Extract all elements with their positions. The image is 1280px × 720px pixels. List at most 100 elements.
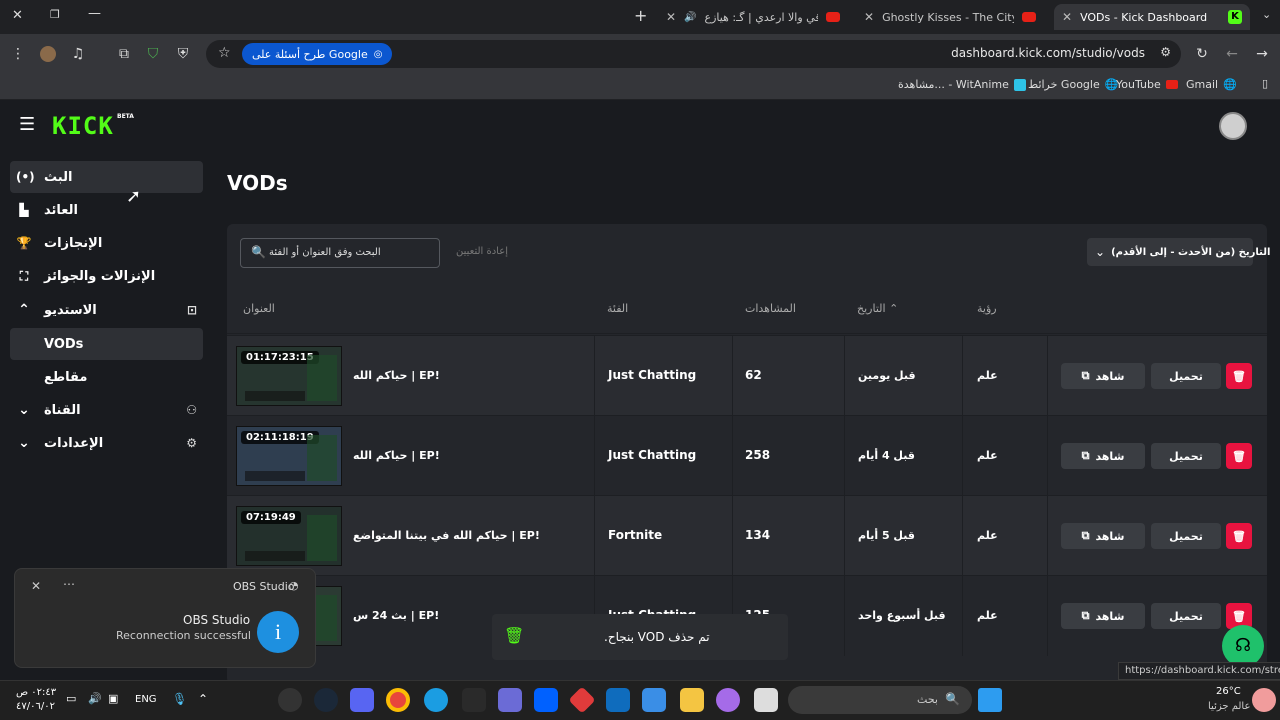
show-hidden-icons[interactable]: ⌃: [198, 692, 208, 706]
dropbox-taskbar-icon[interactable]: [534, 688, 558, 712]
forward-icon[interactable]: →: [1252, 44, 1272, 64]
close-icon[interactable]: ✕: [31, 579, 41, 593]
app-taskbar-icon[interactable]: [498, 688, 522, 712]
file-explorer-taskbar-icon[interactable]: [680, 688, 704, 712]
close-window-icon[interactable]: ✕: [12, 8, 23, 23]
mail-taskbar-icon[interactable]: [606, 688, 630, 712]
bookmark-witanime[interactable]: مشاهدة... - WitAnime: [898, 78, 1026, 91]
tab-second[interactable]: ✕ Ghostly Kisses - The City Holds: [856, 4, 1044, 30]
store-taskbar-icon[interactable]: [642, 688, 666, 712]
reset-button[interactable]: إعادة التعيين: [456, 246, 508, 257]
extensions-icon[interactable]: ⧉: [114, 44, 134, 64]
language-indicator[interactable]: ENG: [135, 694, 157, 705]
all-bookmarks-icon[interactable]: ▯: [1262, 77, 1268, 90]
more-options-icon[interactable]: ⋯: [63, 577, 75, 591]
media-control-icon[interactable]: ♫: [68, 44, 88, 64]
vod-thumbnail[interactable]: 02:11:18:19: [236, 426, 342, 486]
taskbar-search[interactable]: 🔍 بحث: [788, 686, 972, 714]
vod-category[interactable]: Just Chatting: [608, 448, 696, 462]
kick-logo[interactable]: KICK: [52, 112, 114, 140]
windows-start-icon[interactable]: [978, 688, 1002, 712]
discord-taskbar-icon[interactable]: [350, 688, 374, 712]
vod-title[interactable]: بث 24 س | EP!: [353, 609, 439, 622]
site-settings-icon[interactable]: ⚙: [1160, 45, 1171, 59]
bookmark-maps[interactable]: خرائط Google 🌐: [1028, 78, 1118, 91]
address-bar[interactable]: ☆ طرح أسئلة على Google ◎ dashboard.kick.…: [206, 40, 1181, 68]
bookmark-star-icon[interactable]: ☆: [218, 45, 231, 61]
restore-window-icon[interactable]: ❐: [50, 8, 60, 21]
hamburger-menu-icon[interactable]: ☰: [19, 114, 35, 135]
clock-time[interactable]: ٠٢:٤٣ ص: [16, 687, 56, 698]
obs-taskbar-icon[interactable]: [278, 688, 302, 712]
search-input[interactable]: 🔍 البحث وفق العنوان أو الفئة: [240, 238, 440, 268]
tab-search-icon[interactable]: ⌄: [1262, 8, 1271, 21]
copilot-taskbar-icon[interactable]: [716, 688, 740, 712]
vod-title[interactable]: حياكم الله في بيتنا المتواضع | EP!: [353, 529, 540, 542]
sidebar-item-broadcast[interactable]: (•) البث: [10, 161, 203, 193]
shield-extension-icon[interactable]: ⛉: [143, 44, 163, 64]
taskbar-search-placeholder: بحث: [917, 693, 938, 706]
tab-close-icon[interactable]: ✕: [1062, 10, 1072, 24]
new-tab-icon[interactable]: +: [634, 6, 647, 25]
watch-button[interactable]: ⧉ شاهد: [1061, 603, 1145, 629]
table-row: 02:11:18:19 حياكم الله | EP! Just Chatti…: [227, 415, 1267, 496]
sort-dropdown[interactable]: ⌄ التاريخ (من الأحدث - إلى الأقدم): [1087, 238, 1270, 266]
weather-desc[interactable]: عالم جزئيا: [1208, 701, 1250, 712]
battery-icon[interactable]: ▭: [66, 692, 76, 705]
delete-button[interactable]: 🗑: [1226, 363, 1252, 389]
download-button[interactable]: تحميل: [1151, 603, 1221, 629]
download-button[interactable]: تحميل: [1151, 523, 1221, 549]
back-icon[interactable]: ←: [1222, 44, 1242, 64]
minimize-window-icon[interactable]: —: [88, 6, 101, 21]
obs-notification[interactable]: ✕ ⋯ OBS Studio ◔ OBS Studio Reconnection…: [14, 568, 316, 668]
task-view-taskbar-icon[interactable]: [754, 688, 778, 712]
vod-category[interactable]: Fortnite: [608, 528, 662, 542]
vod-category[interactable]: Just Chatting: [608, 368, 696, 382]
bookmark-gmail[interactable]: Gmail 🌐: [1186, 78, 1237, 91]
reload-icon[interactable]: ↻: [1192, 44, 1212, 64]
bookmark-youtube[interactable]: YouTube: [1116, 78, 1178, 91]
privacy-extension-icon[interactable]: ⛨: [173, 44, 193, 64]
profile-avatar-icon[interactable]: [38, 44, 58, 64]
watch-label: شاهد: [1095, 529, 1125, 543]
sidebar-item-studio[interactable]: ⌃ الاستديو ⊡: [10, 294, 203, 326]
download-button[interactable]: تحميل: [1151, 443, 1221, 469]
epic-games-taskbar-icon[interactable]: [462, 688, 486, 712]
vod-title[interactable]: حياكم الله | EP!: [353, 449, 440, 462]
sidebar-item-drops[interactable]: ⛶ الإنزالات والجوائز: [10, 260, 203, 292]
user-avatar[interactable]: [1219, 112, 1247, 140]
vod-thumbnail[interactable]: 01:17:23:15: [236, 346, 342, 406]
edge-taskbar-icon[interactable]: [424, 688, 448, 712]
tab-close-icon[interactable]: ✕: [864, 10, 874, 24]
watch-button[interactable]: ⧉ شاهد: [1061, 443, 1145, 469]
watch-button[interactable]: ⧉ شاهد: [1061, 363, 1145, 389]
delete-button[interactable]: 🗑: [1226, 523, 1252, 549]
header-date[interactable]: التاريخ ⌃: [857, 302, 898, 315]
network-icon[interactable]: ▣: [108, 692, 118, 705]
sidebar-item-channel[interactable]: ⌄ القناة ⚇: [10, 394, 203, 426]
support-chat-button[interactable]: ☊: [1222, 625, 1264, 667]
weather-temp[interactable]: 26°C: [1216, 686, 1241, 697]
chrome-taskbar-icon[interactable]: [386, 688, 410, 712]
sidebar-item-vods[interactable]: VODs: [10, 328, 203, 360]
tab-third[interactable]: ✕ 🔊 ابرقي والا ارعدي | گـ: هيازع: [658, 4, 848, 30]
steam-taskbar-icon[interactable]: [314, 688, 338, 712]
download-button[interactable]: تحميل: [1151, 363, 1221, 389]
microphone-icon[interactable]: 🎙: [172, 692, 187, 706]
tab-active[interactable]: ✕ VODs - Kick Dashboard K: [1054, 4, 1250, 30]
sidebar-item-label: الإنجازات: [44, 235, 103, 251]
clock-date[interactable]: ٤٧/٠٦/٠٢: [16, 701, 55, 712]
tab-close-icon[interactable]: ✕: [666, 10, 676, 24]
sidebar-item-settings[interactable]: ⌄ الإعدادات ⚙: [10, 427, 203, 459]
watch-button[interactable]: ⧉ شاهد: [1061, 523, 1145, 549]
delete-button[interactable]: 🗑: [1226, 443, 1252, 469]
volume-icon[interactable]: 🔊: [88, 692, 102, 705]
sidebar-item-clips[interactable]: مقاطع: [10, 361, 203, 393]
vod-title[interactable]: حياكم الله | EP!: [353, 369, 440, 382]
sidebar-item-achievements[interactable]: 🏆 الإنجازات: [10, 227, 203, 259]
vod-thumbnail[interactable]: 07:19:49: [236, 506, 342, 566]
sidebar-item-revenue[interactable]: ▙ العائد: [10, 194, 203, 226]
google-lens-chip[interactable]: طرح أسئلة على Google ◎: [242, 43, 393, 65]
kick-header: ☰ KICK BETA: [0, 100, 1280, 150]
menu-kebab-icon[interactable]: ⋮: [8, 44, 28, 64]
